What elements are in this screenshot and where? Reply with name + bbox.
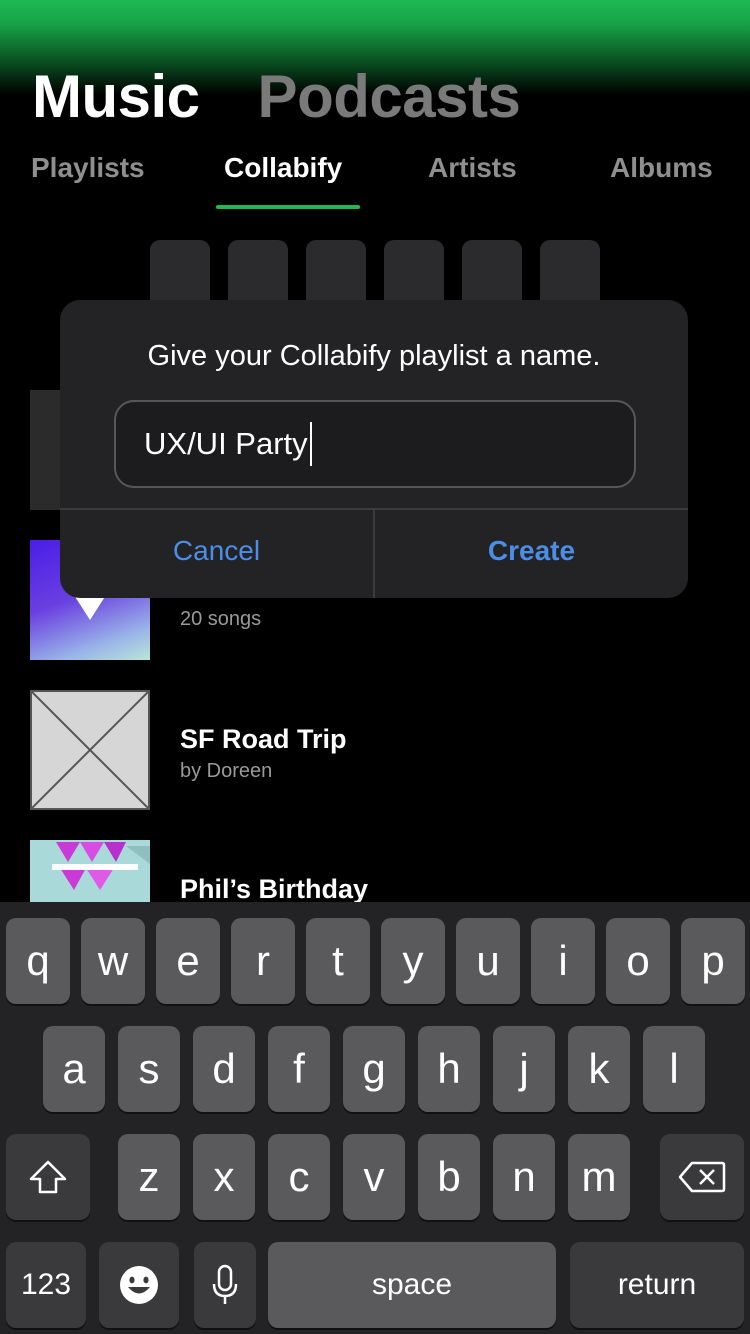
key-y[interactable]: y xyxy=(381,918,445,1004)
list-item[interactable]: SF Road Trip by Doreen xyxy=(30,690,720,810)
image-placeholder-icon xyxy=(32,692,148,808)
key-n[interactable]: n xyxy=(493,1134,555,1220)
tab-podcasts[interactable]: Podcasts xyxy=(258,62,521,132)
name-playlist-dialog: Give your Collabify playlist a name. UX/… xyxy=(60,300,688,598)
key-o[interactable]: o xyxy=(606,918,670,1004)
tab-music[interactable]: Music xyxy=(32,62,200,132)
tab-albums[interactable]: Albums xyxy=(610,148,713,188)
key-w[interactable]: w xyxy=(81,918,145,1004)
key-m[interactable]: m xyxy=(568,1134,630,1220)
create-button[interactable]: Create xyxy=(375,510,688,598)
key-i[interactable]: i xyxy=(531,918,595,1004)
active-tab-indicator xyxy=(216,205,360,209)
tab-collabify[interactable]: Collabify xyxy=(224,148,342,188)
playlist-subtitle: by Doreen xyxy=(180,760,273,782)
shift-key[interactable] xyxy=(6,1134,90,1220)
key-c[interactable]: c xyxy=(268,1134,330,1220)
key-e[interactable]: e xyxy=(156,918,220,1004)
key-v[interactable]: v xyxy=(343,1134,405,1220)
tab-playlists[interactable]: Playlists xyxy=(31,148,145,188)
sub-tabs: Playlists Collabify Artists Albums xyxy=(0,148,750,212)
space-key[interactable]: space xyxy=(268,1242,556,1328)
microphone-key[interactable] xyxy=(194,1242,256,1328)
playlist-subtitle: 20 songs xyxy=(180,608,262,630)
tab-artists[interactable]: Artists xyxy=(428,148,517,188)
main-tabs: Music Podcasts xyxy=(32,62,521,132)
emoji-icon xyxy=(120,1266,158,1304)
key-s[interactable]: s xyxy=(118,1026,180,1112)
playlist-title: SF Road Trip xyxy=(180,724,347,754)
key-a[interactable]: a xyxy=(43,1026,105,1112)
cancel-button[interactable]: Cancel xyxy=(60,510,373,598)
shift-icon xyxy=(29,1160,67,1194)
key-d[interactable]: d xyxy=(193,1026,255,1112)
dialog-title: Give your Collabify playlist a name. xyxy=(147,340,601,372)
backspace-icon xyxy=(678,1161,726,1193)
key-l[interactable]: l xyxy=(643,1026,705,1112)
key-r[interactable]: r xyxy=(231,918,295,1004)
emoji-key[interactable] xyxy=(99,1242,179,1328)
key-u[interactable]: u xyxy=(456,918,520,1004)
numbers-key[interactable]: 123 xyxy=(6,1242,86,1328)
backspace-key[interactable] xyxy=(660,1134,744,1220)
key-j[interactable]: j xyxy=(493,1026,555,1112)
keyboard: q w e r t y u i o p a s d f g h j k l z … xyxy=(0,902,750,1334)
key-g[interactable]: g xyxy=(343,1026,405,1112)
playlist-name-input[interactable]: UX/UI Party xyxy=(114,400,636,488)
key-f[interactable]: f xyxy=(268,1026,330,1112)
microphone-icon xyxy=(212,1264,238,1304)
key-x[interactable]: x xyxy=(193,1134,255,1220)
input-value: UX/UI Party xyxy=(144,426,308,461)
key-k[interactable]: k xyxy=(568,1026,630,1112)
key-t[interactable]: t xyxy=(306,918,370,1004)
playlist-art-placeholder xyxy=(30,690,150,810)
return-key[interactable]: return xyxy=(570,1242,744,1328)
key-h[interactable]: h xyxy=(418,1026,480,1112)
playlist-title: Phil’s Birthday xyxy=(180,874,369,904)
key-z[interactable]: z xyxy=(118,1134,180,1220)
key-p[interactable]: p xyxy=(681,918,745,1004)
key-b[interactable]: b xyxy=(418,1134,480,1220)
key-q[interactable]: q xyxy=(6,918,70,1004)
text-cursor xyxy=(309,422,312,466)
